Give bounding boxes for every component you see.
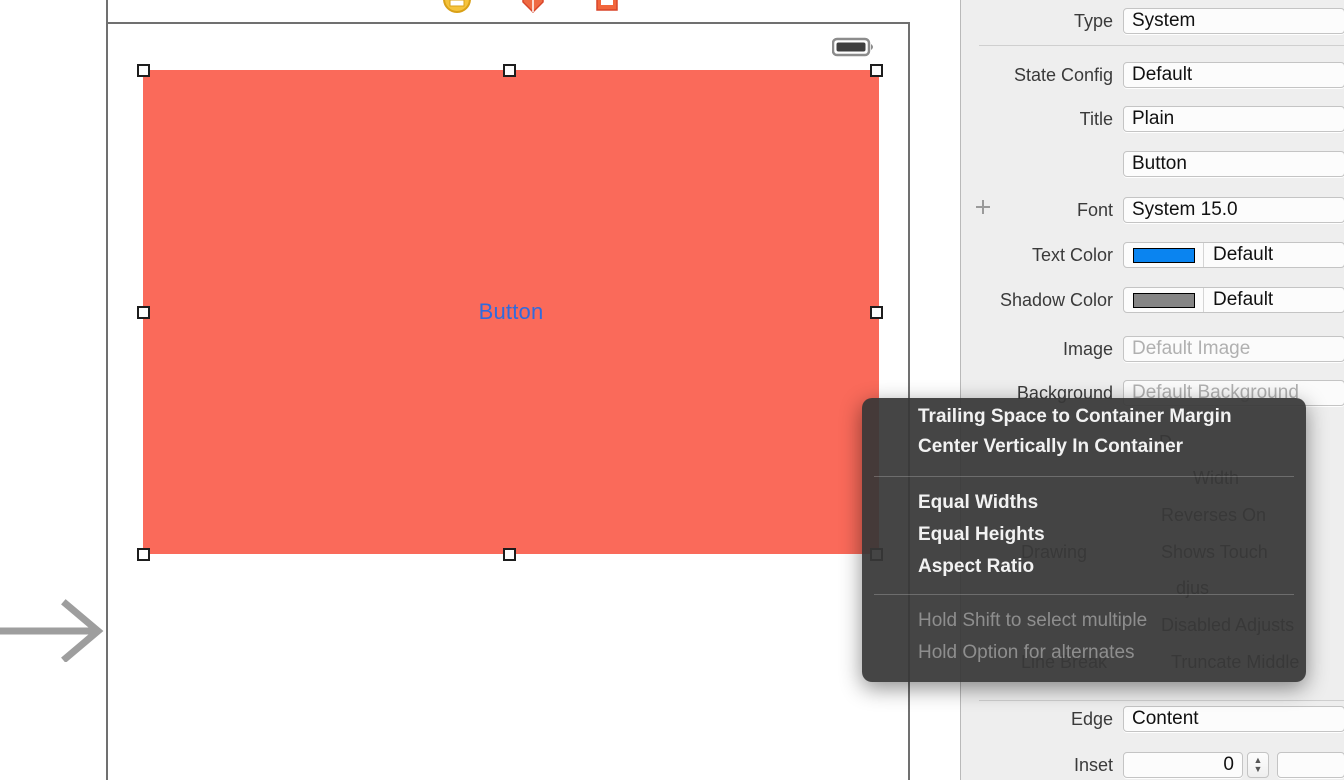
selected-button-view[interactable]: Button [143, 70, 879, 554]
inspector-label-state-config: State Config [1013, 64, 1113, 85]
inspector-row-state-config[interactable]: State Config Default [961, 60, 1344, 90]
inspector-row-text-color[interactable]: Text Color Default [961, 240, 1344, 270]
shadow-color-swatch-wrap[interactable] [1124, 288, 1204, 312]
interface-builder-window: Button D Width Reverses On Shows Touch D… [0, 0, 1344, 780]
inspector-divider-2 [979, 700, 1344, 701]
inspector-row-type[interactable]: Type System [961, 6, 1344, 36]
inspector-value-text-color[interactable]: Default [1123, 242, 1344, 268]
inspector-value-edge[interactable]: Content [1123, 706, 1344, 732]
inspector-label-image: Image [1062, 338, 1113, 359]
menu-divider-2 [874, 594, 1294, 595]
inspector-value-shadow-color[interactable]: Default [1123, 287, 1344, 313]
plus-icon[interactable] [974, 198, 992, 216]
resize-handle-top-left[interactable] [137, 64, 150, 77]
inspector-value-title-text[interactable]: Button [1123, 151, 1344, 177]
menu-hint-hold-shift: Hold Shift to select multiple [918, 610, 1148, 631]
inspector-row-inset[interactable]: Inset 0 ▲ ▼ [961, 750, 1344, 780]
inspector-row-image[interactable]: Image Default Image [961, 334, 1344, 364]
inspector-label-title: Title [1079, 108, 1113, 129]
resize-handle-top-right[interactable] [870, 64, 883, 77]
inspector-label-text-color: Text Color [1031, 244, 1113, 265]
menu-item-center-vertically[interactable]: Center Vertically In Container [918, 436, 1183, 458]
canvas-icon-row [108, 0, 910, 22]
text-color-swatch[interactable] [1132, 247, 1195, 263]
menu-item-equal-widths[interactable]: Equal Widths [918, 492, 1038, 514]
resize-handle-middle-right[interactable] [870, 306, 883, 319]
inspector-label-edge: Edge [1070, 708, 1113, 729]
device-screen[interactable]: Button [108, 26, 908, 780]
resize-handle-middle-left[interactable] [137, 306, 150, 319]
inspector-label-type: Type [1073, 10, 1113, 31]
inset-stepper[interactable]: ▲ ▼ [1247, 752, 1269, 778]
shield-badge-icon[interactable] [518, 0, 548, 14]
menu-item-equal-heights[interactable]: Equal Heights [918, 524, 1045, 546]
design-canvas[interactable]: Button [106, 0, 910, 780]
warning-badge-icon[interactable] [442, 0, 472, 14]
constraints-popup-menu[interactable]: Trailing Space to Container Margin Cente… [862, 398, 1306, 682]
inspector-row-title[interactable]: Title Plain [961, 104, 1344, 134]
inspector-value-font[interactable]: System 15.0 [1123, 197, 1344, 223]
inspector-value-image[interactable]: Default Image [1123, 336, 1344, 362]
shadow-color-name: Default [1213, 289, 1274, 310]
stepper-down-icon[interactable]: ▼ [1254, 765, 1263, 774]
inspector-row-edge[interactable]: Edge Content [961, 704, 1344, 734]
inspector-value-title[interactable]: Plain [1123, 106, 1344, 132]
text-color-name: Default [1213, 244, 1274, 265]
left-gutter [0, 0, 106, 780]
inspector-row-title-text[interactable]: Button [961, 149, 1344, 179]
document-badge-icon[interactable] [592, 0, 622, 14]
inspector-label-inset: Inset [1073, 754, 1113, 775]
shadow-color-swatch[interactable] [1132, 292, 1195, 308]
inspector-divider-1 [979, 45, 1344, 46]
resize-handle-bottom-center[interactable] [503, 548, 516, 561]
battery-icon [832, 37, 873, 57]
menu-item-trailing-space[interactable]: Trailing Space to Container Margin [918, 406, 1232, 428]
text-color-swatch-wrap[interactable] [1124, 243, 1204, 267]
resize-handle-top-center[interactable] [503, 64, 516, 77]
inspector-value-type[interactable]: System [1123, 8, 1344, 34]
canvas-top-strip [108, 0, 910, 24]
button-title-label: Button [478, 299, 544, 324]
inspector-value-inset-extra[interactable] [1277, 752, 1344, 778]
inspector-label-shadow-color: Shadow Color [999, 289, 1113, 310]
menu-hint-hold-option: Hold Option for alternates [918, 642, 1135, 663]
inspector-value-state-config[interactable]: Default [1123, 62, 1344, 88]
resize-handle-bottom-left[interactable] [137, 548, 150, 561]
inspector-row-shadow-color[interactable]: Shadow Color Default [961, 285, 1344, 315]
menu-divider-1 [874, 476, 1294, 477]
inspector-value-inset[interactable]: 0 [1123, 752, 1243, 778]
inspector-row-font[interactable]: Font System 15.0 [961, 195, 1344, 225]
menu-item-aspect-ratio[interactable]: Aspect Ratio [918, 556, 1034, 578]
arrow-right-icon [0, 599, 104, 662]
